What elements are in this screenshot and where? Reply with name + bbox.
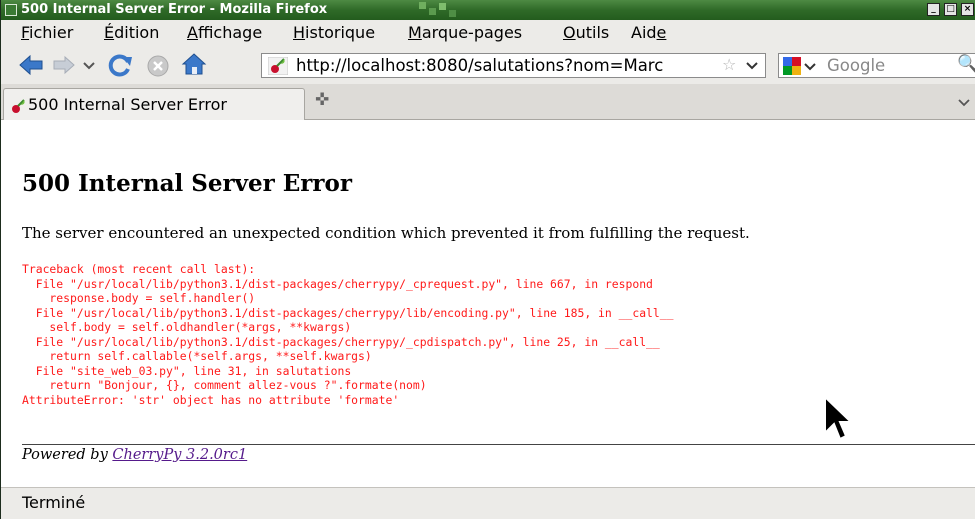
tab-500-error[interactable]: 500 Internal Server Error: [3, 88, 305, 120]
menu-label: istorique: [305, 23, 376, 42]
menu-label: Aid: [631, 23, 657, 42]
menu-historique[interactable]: Historique: [293, 20, 375, 46]
menu-bar: Fichier Édition Affichage Historique Mar…: [1, 20, 975, 46]
menu-affichage[interactable]: Affichage: [187, 20, 262, 46]
tab-bar: 500 Internal Server Error ✜: [1, 84, 975, 120]
status-text: Terminé: [22, 493, 86, 512]
search-engine-dropdown-icon[interactable]: [804, 63, 816, 71]
stop-icon[interactable]: [146, 54, 170, 78]
menu-label: ffichage: [197, 23, 263, 42]
menu-label: ichier: [29, 23, 74, 42]
browser-window: 500 Internal Server Error - Mozilla Fire…: [0, 0, 975, 519]
menu-accel: A: [187, 23, 198, 42]
menu-aide[interactable]: Aide: [631, 20, 666, 46]
menu-accel: O: [563, 23, 576, 42]
window-title: 500 Internal Server Error - Mozilla Fire…: [21, 2, 328, 17]
list-all-tabs-icon[interactable]: [958, 99, 970, 107]
menu-marque-pages[interactable]: Marque-pages: [408, 20, 522, 46]
search-input[interactable]: Google: [827, 56, 885, 75]
title-bar[interactable]: 500 Internal Server Error - Mozilla Fire…: [1, 0, 975, 20]
navigation-toolbar: http://localhost:8080/salutations?nom=Ma…: [1, 46, 975, 84]
menu-accel: e: [656, 23, 667, 42]
cherrypy-link[interactable]: CherryPy 3.2.0rc1: [112, 447, 247, 463]
traceback: Traceback (most recent call last): File …: [22, 262, 674, 407]
search-magnifier-icon[interactable]: 🔍: [957, 54, 975, 74]
home-icon[interactable]: [181, 52, 207, 76]
powered-by: Powered by CherryPy 3.2.0rc1: [22, 447, 247, 463]
url-bar[interactable]: http://localhost:8080/salutations?nom=Ma…: [261, 53, 766, 78]
menu-fichier[interactable]: Fichier: [21, 20, 73, 46]
menu-accel: H: [293, 23, 306, 42]
cherrypy-favicon-icon: [268, 57, 288, 75]
menu-edition[interactable]: Édition: [104, 20, 159, 46]
url-dropdown-icon[interactable]: [746, 62, 758, 70]
menu-label: utils: [575, 23, 610, 42]
menu-outils[interactable]: Outils: [563, 20, 609, 46]
forward-arrow-icon[interactable]: [52, 55, 76, 75]
footer-divider: [22, 444, 975, 445]
history-dropdown-icon[interactable]: [82, 61, 96, 71]
powered-by-text: Powered by: [22, 447, 108, 463]
cherrypy-favicon-icon: [12, 99, 25, 113]
search-box[interactable]: Google 🔍: [778, 53, 975, 78]
bookmark-star-icon[interactable]: ☆: [722, 55, 736, 74]
menu-label: dition: [114, 23, 160, 42]
menu-accel: É: [104, 23, 115, 42]
reload-icon[interactable]: [108, 53, 134, 77]
url-text: http://localhost:8080/salutations?nom=Ma…: [296, 56, 664, 75]
menu-label: arque-pages: [421, 23, 523, 42]
menu-accel: M: [408, 23, 422, 42]
minimize-icon[interactable]: _: [927, 3, 940, 16]
error-message: The server encountered an unexpected con…: [22, 224, 750, 242]
back-arrow-icon[interactable]: [18, 54, 44, 76]
google-logo-icon[interactable]: [783, 57, 801, 75]
title-decoration: [439, 3, 446, 10]
tab-label: 500 Internal Server Error: [28, 95, 227, 114]
menu-accel: F: [21, 23, 30, 42]
page-heading: 500 Internal Server Error: [22, 170, 352, 197]
maximize-icon[interactable]: □: [944, 3, 957, 16]
title-decoration: [449, 10, 456, 17]
status-bar: Terminé: [1, 487, 975, 519]
title-decoration: [419, 2, 426, 9]
new-tab-icon[interactable]: ✜: [315, 90, 329, 110]
mouse-cursor-icon: [824, 395, 853, 441]
close-icon[interactable]: ×: [961, 3, 974, 16]
title-decoration: [429, 8, 436, 15]
window-menu-icon[interactable]: [5, 4, 17, 16]
